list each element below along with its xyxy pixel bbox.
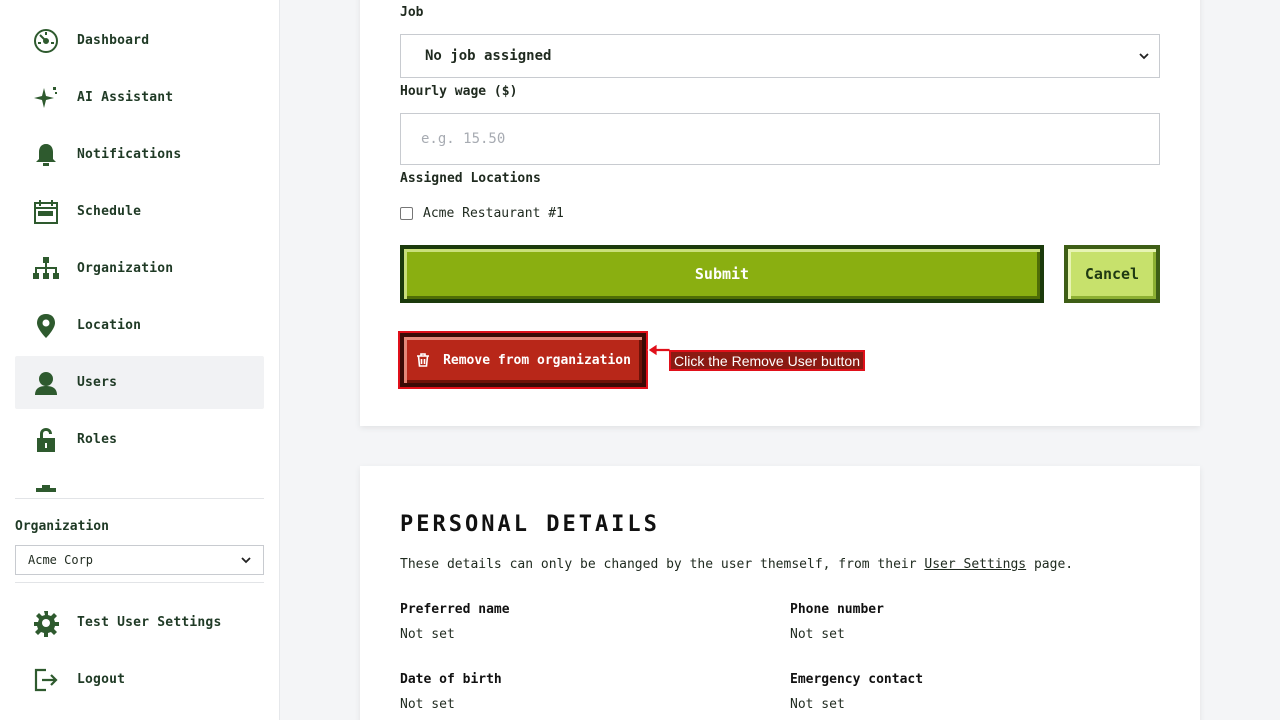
sidebar-item-users[interactable]: Users xyxy=(15,356,264,409)
sidebar: Dashboard AI Assistant Notifications Sch… xyxy=(0,0,280,720)
sidebar-item-logout[interactable]: Logout xyxy=(15,653,264,706)
phone-number-value: Not set xyxy=(790,627,845,642)
unlock-icon xyxy=(31,425,61,455)
sidebar-item-label: Notifications xyxy=(77,147,182,162)
sidebar-divider xyxy=(15,582,264,583)
location-checkbox-label: Acme Restaurant #1 xyxy=(423,206,564,221)
organization-label: Organization xyxy=(15,519,109,534)
location-checkbox[interactable] xyxy=(400,207,413,220)
sidebar-item-organization[interactable]: Organization xyxy=(15,242,264,295)
date-of-birth-label: Date of birth xyxy=(400,672,502,687)
sidebar-item-test-user-settings[interactable]: Test User Settings xyxy=(15,596,264,649)
description-text: These details can only be changed by the… xyxy=(400,557,925,572)
sidebar-item-schedule[interactable]: Schedule xyxy=(15,185,264,238)
sidebar-bottom-nav: Test User Settings Logout xyxy=(15,596,264,710)
more-icon xyxy=(31,482,61,493)
user-settings-link[interactable]: User Settings xyxy=(924,557,1026,572)
description-text-end: page. xyxy=(1026,557,1074,572)
hourly-wage-input[interactable]: e.g. 15.50 xyxy=(400,113,1160,165)
sidebar-item-label: Dashboard xyxy=(77,33,150,48)
bell-icon xyxy=(31,140,61,170)
gear-icon xyxy=(31,608,61,638)
sidebar-divider xyxy=(15,498,264,499)
org-chart-icon xyxy=(31,254,61,284)
sidebar-item-label: AI Assistant xyxy=(77,90,174,105)
hourly-wage-placeholder: e.g. 15.50 xyxy=(421,131,506,147)
hourly-wage-label: Hourly wage ($) xyxy=(400,84,518,99)
sidebar-item-dashboard[interactable]: Dashboard xyxy=(15,14,264,67)
sidebar-item-label: Location xyxy=(77,318,142,333)
dashboard-icon xyxy=(31,26,61,56)
organization-selected-value: Acme Corp xyxy=(28,553,94,567)
calendar-icon xyxy=(31,197,61,227)
sidebar-item-more[interactable] xyxy=(15,470,264,492)
sidebar-item-label: Schedule xyxy=(77,204,142,219)
sidebar-item-label: Roles xyxy=(77,432,118,447)
cancel-button[interactable]: Cancel xyxy=(1064,245,1160,303)
job-label: Job xyxy=(400,5,424,20)
remove-button-label: Remove from organization xyxy=(443,352,631,368)
sidebar-item-ai-assistant[interactable]: AI Assistant xyxy=(15,71,264,124)
sidebar-item-label: Test User Settings xyxy=(77,615,222,630)
assigned-locations-label: Assigned Locations xyxy=(400,171,541,186)
personal-details-card: PERSONAL DETAILS These details can only … xyxy=(360,466,1200,720)
personal-details-description: These details can only be changed by the… xyxy=(400,557,1073,572)
sidebar-item-roles[interactable]: Roles xyxy=(15,413,264,466)
sidebar-item-location[interactable]: Location xyxy=(15,299,264,352)
organization-select[interactable]: Acme Corp xyxy=(15,545,264,575)
sidebar-item-label: Logout xyxy=(77,672,126,687)
hint-tooltip: Click the Remove User button xyxy=(669,350,865,371)
emergency-contact-value: Not set xyxy=(790,697,845,712)
user-icon xyxy=(31,368,61,398)
preferred-name-label: Preferred name xyxy=(400,602,510,617)
personal-details-title: PERSONAL DETAILS xyxy=(400,512,660,537)
sidebar-nav: Dashboard AI Assistant Notifications Sch… xyxy=(15,14,264,492)
submit-button[interactable]: Submit xyxy=(400,245,1044,303)
trash-icon xyxy=(417,353,430,367)
date-of-birth-value: Not set xyxy=(400,697,455,712)
user-form-card: Job No job assigned Hourly wage ($) e.g.… xyxy=(360,0,1200,426)
sparkle-icon xyxy=(31,83,61,113)
job-selected-value: No job assigned xyxy=(425,48,552,64)
location-checkbox-row[interactable]: Acme Restaurant #1 xyxy=(400,206,564,221)
job-select[interactable]: No job assigned xyxy=(400,34,1160,78)
chevron-down-icon xyxy=(1139,48,1149,64)
sidebar-item-notifications[interactable]: Notifications xyxy=(15,128,264,181)
sidebar-item-label: Organization xyxy=(77,261,174,276)
chevron-down-icon xyxy=(241,553,251,567)
location-pin-icon xyxy=(31,311,61,341)
remove-from-organization-button[interactable]: Remove from organization xyxy=(398,331,648,389)
preferred-name-value: Not set xyxy=(400,627,455,642)
phone-number-label: Phone number xyxy=(790,602,884,617)
emergency-contact-label: Emergency contact xyxy=(790,672,924,687)
sidebar-item-label: Users xyxy=(77,375,118,390)
logout-icon xyxy=(31,665,61,695)
